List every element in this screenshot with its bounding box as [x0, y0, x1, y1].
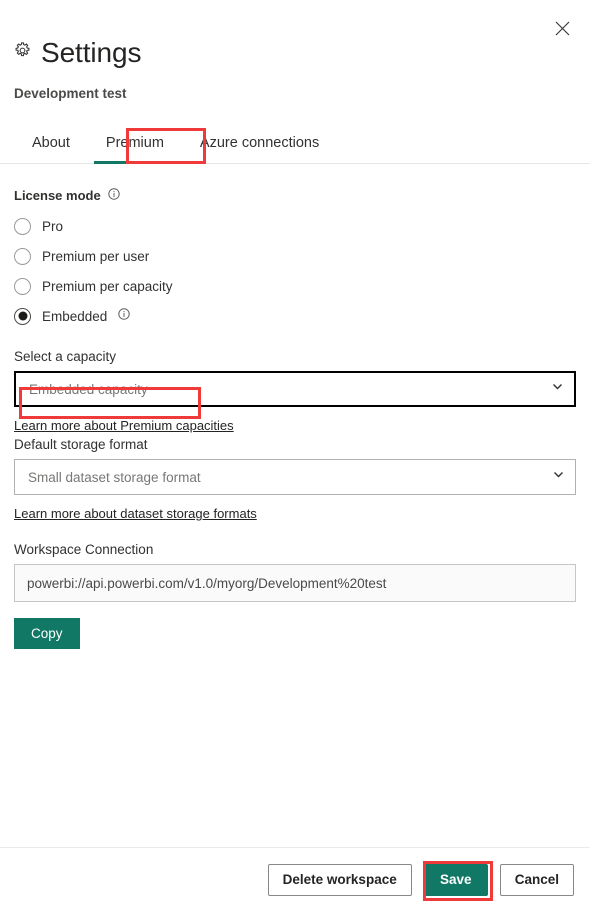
- tab-azure-connections[interactable]: Azure connections: [182, 134, 337, 163]
- capacity-select[interactable]: Embedded capacity: [14, 371, 576, 407]
- info-icon[interactable]: [108, 188, 120, 203]
- select-capacity-label: Select a capacity: [14, 349, 117, 364]
- default-storage-format-label: Default storage format: [14, 437, 148, 452]
- radio-label: Premium per user: [42, 248, 150, 264]
- workspace-name: Development test: [14, 86, 127, 101]
- workspace-connection-value[interactable]: powerbi://api.powerbi.com/v1.0/myorg/Dev…: [14, 564, 576, 602]
- chevron-down-icon: [551, 380, 564, 398]
- gear-icon: [14, 42, 31, 64]
- copy-button[interactable]: Copy: [14, 618, 80, 649]
- cancel-button[interactable]: Cancel: [499, 863, 574, 896]
- radio-indicator-selected: [14, 307, 31, 325]
- tab-premium[interactable]: Premium: [88, 134, 182, 164]
- chevron-down-icon: [552, 468, 565, 486]
- radio-label: Pro: [42, 218, 64, 234]
- close-button[interactable]: [546, 12, 578, 44]
- radio-option-premium-per-user[interactable]: Premium per user: [14, 241, 576, 271]
- capacity-select-value: Embedded capacity: [29, 381, 148, 397]
- radio-indicator: [14, 277, 31, 295]
- page-title: Settings: [41, 37, 142, 68]
- radio-label: Embedded: [42, 308, 108, 324]
- learn-more-storage-formats-link[interactable]: Learn more about dataset storage formats: [14, 506, 257, 521]
- dialog-footer: Delete workspace Save Cancel: [0, 847, 590, 911]
- license-mode-label-text: License mode: [14, 188, 101, 203]
- close-icon: [555, 21, 570, 36]
- delete-workspace-button[interactable]: Delete workspace: [267, 863, 412, 896]
- radio-indicator: [14, 247, 31, 265]
- storage-format-select-value: Small dataset storage format: [28, 469, 201, 485]
- info-icon[interactable]: [118, 307, 131, 325]
- tab-about[interactable]: About: [14, 134, 88, 163]
- premium-settings-panel: License mode Pro Premium per user Premiu…: [0, 164, 590, 649]
- learn-more-premium-capacities-link[interactable]: Learn more about Premium capacities: [14, 418, 234, 433]
- license-mode-label: License mode: [14, 188, 576, 203]
- radio-indicator: [14, 217, 31, 235]
- dialog-header: Settings Development test: [0, 0, 590, 101]
- radio-option-pro[interactable]: Pro: [14, 211, 576, 241]
- radio-option-embedded[interactable]: Embedded: [14, 301, 576, 331]
- save-button[interactable]: Save: [423, 863, 488, 896]
- radio-label: Premium per capacity: [42, 278, 173, 294]
- radio-option-premium-per-capacity[interactable]: Premium per capacity: [14, 271, 576, 301]
- tab-bar: About Premium Azure connections: [0, 121, 590, 164]
- workspace-connection-label: Workspace Connection: [14, 542, 154, 557]
- storage-format-select[interactable]: Small dataset storage format: [14, 459, 576, 495]
- title-row: Settings: [14, 36, 576, 70]
- license-mode-radio-group: Pro Premium per user Premium per capacit…: [14, 211, 576, 331]
